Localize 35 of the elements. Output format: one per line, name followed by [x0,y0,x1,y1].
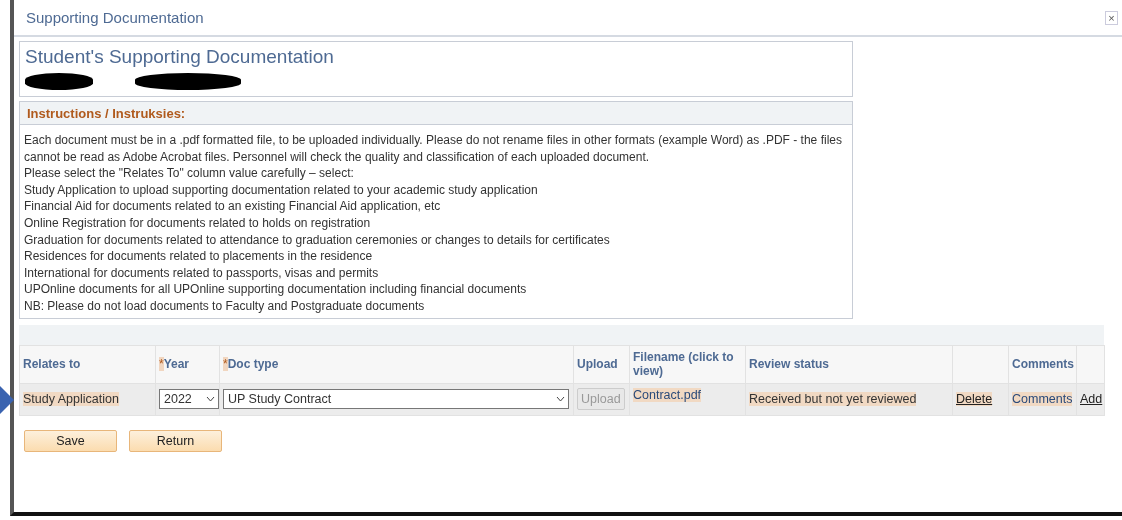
caret-icon [206,396,215,403]
column-header: Year [163,357,190,372]
required-mark: * [223,357,228,372]
instruction-text: Graduation for documents related to attendance to graduation ceremonies or changes to details for certificates [24,231,611,249]
instruction-text: NB: Please do not load documents to Faculty and Postgraduate documents [24,297,426,315]
review-status: Received but not yet reviewed [749,392,917,407]
instructions-heading: Instructions / Instruksies: [27,105,186,121]
filename-link[interactable]: Contract.pdf [633,387,702,402]
column-header: Doc type [227,357,279,372]
instruction-text: Study Application to upload supporting documentation related to your academic study application [24,181,539,199]
instruction-text: International for documents related to passports, visas and permits [24,264,380,282]
redaction-mark [25,73,93,90]
window-title: Supporting Documentation [26,9,204,26]
return-button[interactable]: Return [129,429,222,452]
column-header: Comments [1012,357,1074,372]
column-header: Review status [749,357,830,372]
page-title: Student's Supporting Documentation [25,46,335,68]
save-button[interactable]: Save [24,429,117,452]
column-header: Filename (click to view) [633,350,734,379]
instruction-text: Each document must be in a .pdf formatted file, to be uploaded individually. Please do not rename files in other formats (example Word) as .PDF - the files cannot be read as Adobe Acrobat files. Personnel will check the quality and classification of each uploaded document. [24,132,843,166]
doc-type-select[interactable]: UP Study Contract [223,389,569,410]
instruction-text: Residences for documents related to placements in the residence [24,248,374,265]
instruction-text: Please select the "Relates To" column value carefully – select: [24,165,355,182]
instruction-text: UPOnline documents for all UPOnline supporting documentation including financial documents [24,281,528,298]
close-button[interactable]: × [1105,10,1118,25]
instruction-text: Online Registration for documents related to holds on registration [24,214,372,232]
required-mark: * [159,357,164,372]
delete-link[interactable]: Delete [956,392,993,407]
comments-link[interactable]: Comments [1012,392,1073,407]
year-select[interactable]: 2022 [159,389,219,410]
relates-to-value: Study Application [23,392,119,407]
column-header: Relates to [23,357,81,372]
column-header: Upload [577,357,618,372]
instruction-text: Financial Aid for documents related to an existing Financial Aid application, etc [24,198,442,215]
caret-icon [556,396,565,403]
